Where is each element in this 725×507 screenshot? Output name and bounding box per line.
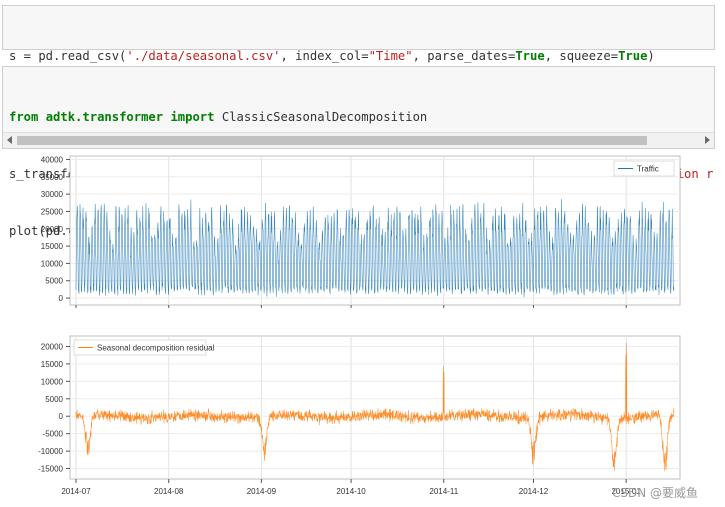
y-tick-label: 40000 bbox=[41, 155, 64, 164]
x-tick-label: 2014-10 bbox=[336, 487, 366, 496]
chart-panel-2: 20000 15000 10000 5000 0 -5000 -10000 -15000 201… bbox=[38, 335, 681, 496]
code-token: ) bbox=[647, 49, 655, 63]
y-tick-label: 0 bbox=[59, 412, 64, 421]
code-token: True bbox=[515, 49, 545, 63]
y-tick-label: -15000 bbox=[38, 465, 63, 474]
code-token: adtk.transformer bbox=[45, 110, 164, 124]
code-token: "Time" bbox=[368, 49, 413, 63]
y-tick-label: 20000 bbox=[41, 342, 64, 351]
y-tick-label: -10000 bbox=[38, 447, 63, 456]
plot-area bbox=[69, 335, 681, 480]
y-tick-label: -5000 bbox=[43, 430, 64, 439]
y-tick-label: 35000 bbox=[41, 173, 64, 182]
code-token: import bbox=[170, 110, 215, 124]
code-line: from adtk.transformer import ClassicSeas… bbox=[9, 108, 714, 127]
code-line: s = pd.read_csv('./data/seasonal.csv', i… bbox=[9, 47, 714, 66]
x-tick-label: 2014-12 bbox=[519, 487, 549, 496]
watermark: CSDN @要威鱼 bbox=[612, 486, 699, 500]
y-tick-label: 5000 bbox=[45, 395, 63, 404]
horizontal-scrollbar[interactable] bbox=[3, 132, 714, 148]
y-tick-label: 10000 bbox=[41, 377, 64, 386]
cell-output-figure: 40000 35000 30000 25000 20000 15000 10000 5000 0… bbox=[5, 153, 717, 507]
y-tick-label: 20000 bbox=[41, 225, 64, 234]
y-tick-label: 30000 bbox=[41, 190, 64, 199]
code-token: , parse_dates= bbox=[412, 49, 516, 63]
y-tick-label: 25000 bbox=[41, 207, 64, 216]
code-token: , index_col= bbox=[280, 49, 369, 63]
x-tick-label: 2014-08 bbox=[154, 487, 184, 496]
code-token: s = pd.read_csv( bbox=[9, 49, 127, 63]
code-token: from bbox=[9, 110, 39, 124]
code-token: ClassicSeasonalDecomposition bbox=[214, 110, 428, 124]
x-tick-label: 2014-09 bbox=[247, 487, 277, 496]
y-tick-label: 15000 bbox=[41, 360, 64, 369]
legend-label: Traffic bbox=[637, 165, 659, 174]
x-tick-label: 2014-11 bbox=[429, 487, 458, 496]
legend: Seasonal decomposition residual bbox=[73, 339, 215, 356]
code-token: True bbox=[618, 49, 648, 63]
y-tick-label: 0 bbox=[59, 294, 64, 303]
code-cell-decomposition[interactable]: from adtk.transformer import ClassicSeas… bbox=[2, 66, 715, 238]
chart-panel-1: 40000 35000 30000 25000 20000 15000 10000 5000 0… bbox=[41, 155, 681, 308]
legend-label: Seasonal decomposition residual bbox=[97, 344, 215, 353]
plot-figure: 40000 35000 30000 25000 20000 15000 10000 5000 0… bbox=[38, 155, 681, 496]
legend: Traffic bbox=[613, 160, 675, 177]
code-token: './data/seasonal.csv' bbox=[126, 49, 281, 63]
x-tick-label: 2014-07 bbox=[61, 487, 91, 496]
scrollbar-thumb[interactable] bbox=[17, 136, 647, 145]
scroll-right-arrow-icon[interactable] bbox=[705, 136, 710, 144]
code-cell-read-csv[interactable]: s = pd.read_csv('./data/seasonal.csv', i… bbox=[2, 5, 715, 120]
scroll-left-arrow-icon[interactable] bbox=[7, 136, 12, 144]
y-tick-label: 15000 bbox=[41, 242, 64, 251]
y-tick-label: 5000 bbox=[45, 277, 63, 286]
y-tick-label: 10000 bbox=[41, 259, 64, 268]
code-token: , squeeze= bbox=[544, 49, 619, 63]
